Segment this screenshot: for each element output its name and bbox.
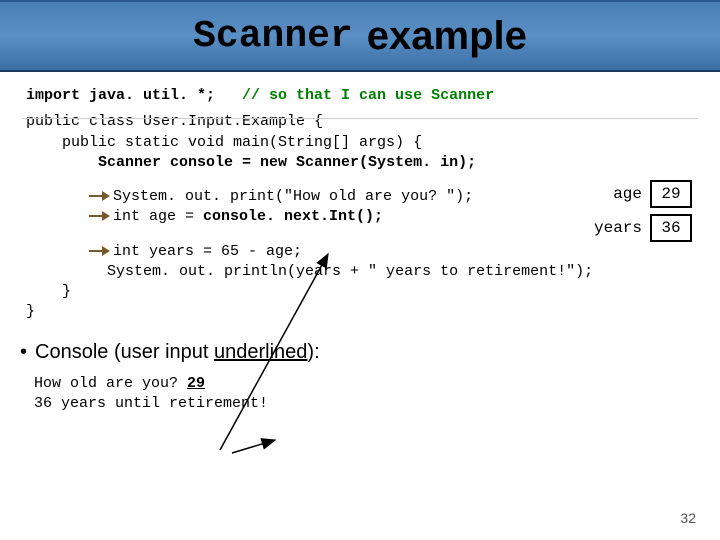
code-l9: } <box>26 282 694 302</box>
console-prompt: How old are you? <box>34 375 187 392</box>
years-label: years <box>594 219 642 237</box>
bullet-text: Console (user input <box>35 341 214 363</box>
code-comment: // so that I can use Scanner <box>215 87 494 104</box>
console-line2: 36 years until retirement! <box>34 395 268 412</box>
code-l5: System. out. print("How old are you? "); <box>113 188 473 205</box>
console-input: 29 <box>187 375 205 392</box>
page-number: 32 <box>680 510 696 526</box>
years-value: 36 <box>650 214 692 242</box>
code-l8: System. out. println(years + " years to … <box>107 263 593 280</box>
arrow-icon <box>89 246 111 256</box>
title-mono: Scanner <box>193 15 353 58</box>
code-l6a: int age = <box>113 208 203 225</box>
bullet-line: • Console (user input underlined): <box>20 341 720 364</box>
title-sans: example <box>367 14 527 59</box>
bullet-end: ): <box>307 341 319 363</box>
code-l3: public static void main(String[] args) { <box>26 133 694 153</box>
code-l7: int years = 65 - age; <box>113 243 302 260</box>
age-value: 29 <box>650 180 692 208</box>
code-l6b: console. next.Int(); <box>203 208 383 225</box>
code-import: import java. util. *; <box>26 87 215 104</box>
console-output: How old are you? 29 36 years until retir… <box>34 374 720 415</box>
divider <box>22 118 698 119</box>
code-l4: Scanner console = new Scanner(System. in… <box>98 154 476 171</box>
title-bar: Scanner example <box>0 0 720 72</box>
bullet-icon: • <box>20 341 27 363</box>
value-boxes: age 29 years 36 <box>594 180 692 248</box>
code-l2: public class User.Input.Example { <box>26 112 694 132</box>
bullet-underlined: underlined <box>214 341 307 363</box>
arrow-icon <box>89 191 111 201</box>
age-label: age <box>613 185 642 203</box>
code-l10: } <box>26 302 694 322</box>
arrow-icon <box>89 211 111 221</box>
